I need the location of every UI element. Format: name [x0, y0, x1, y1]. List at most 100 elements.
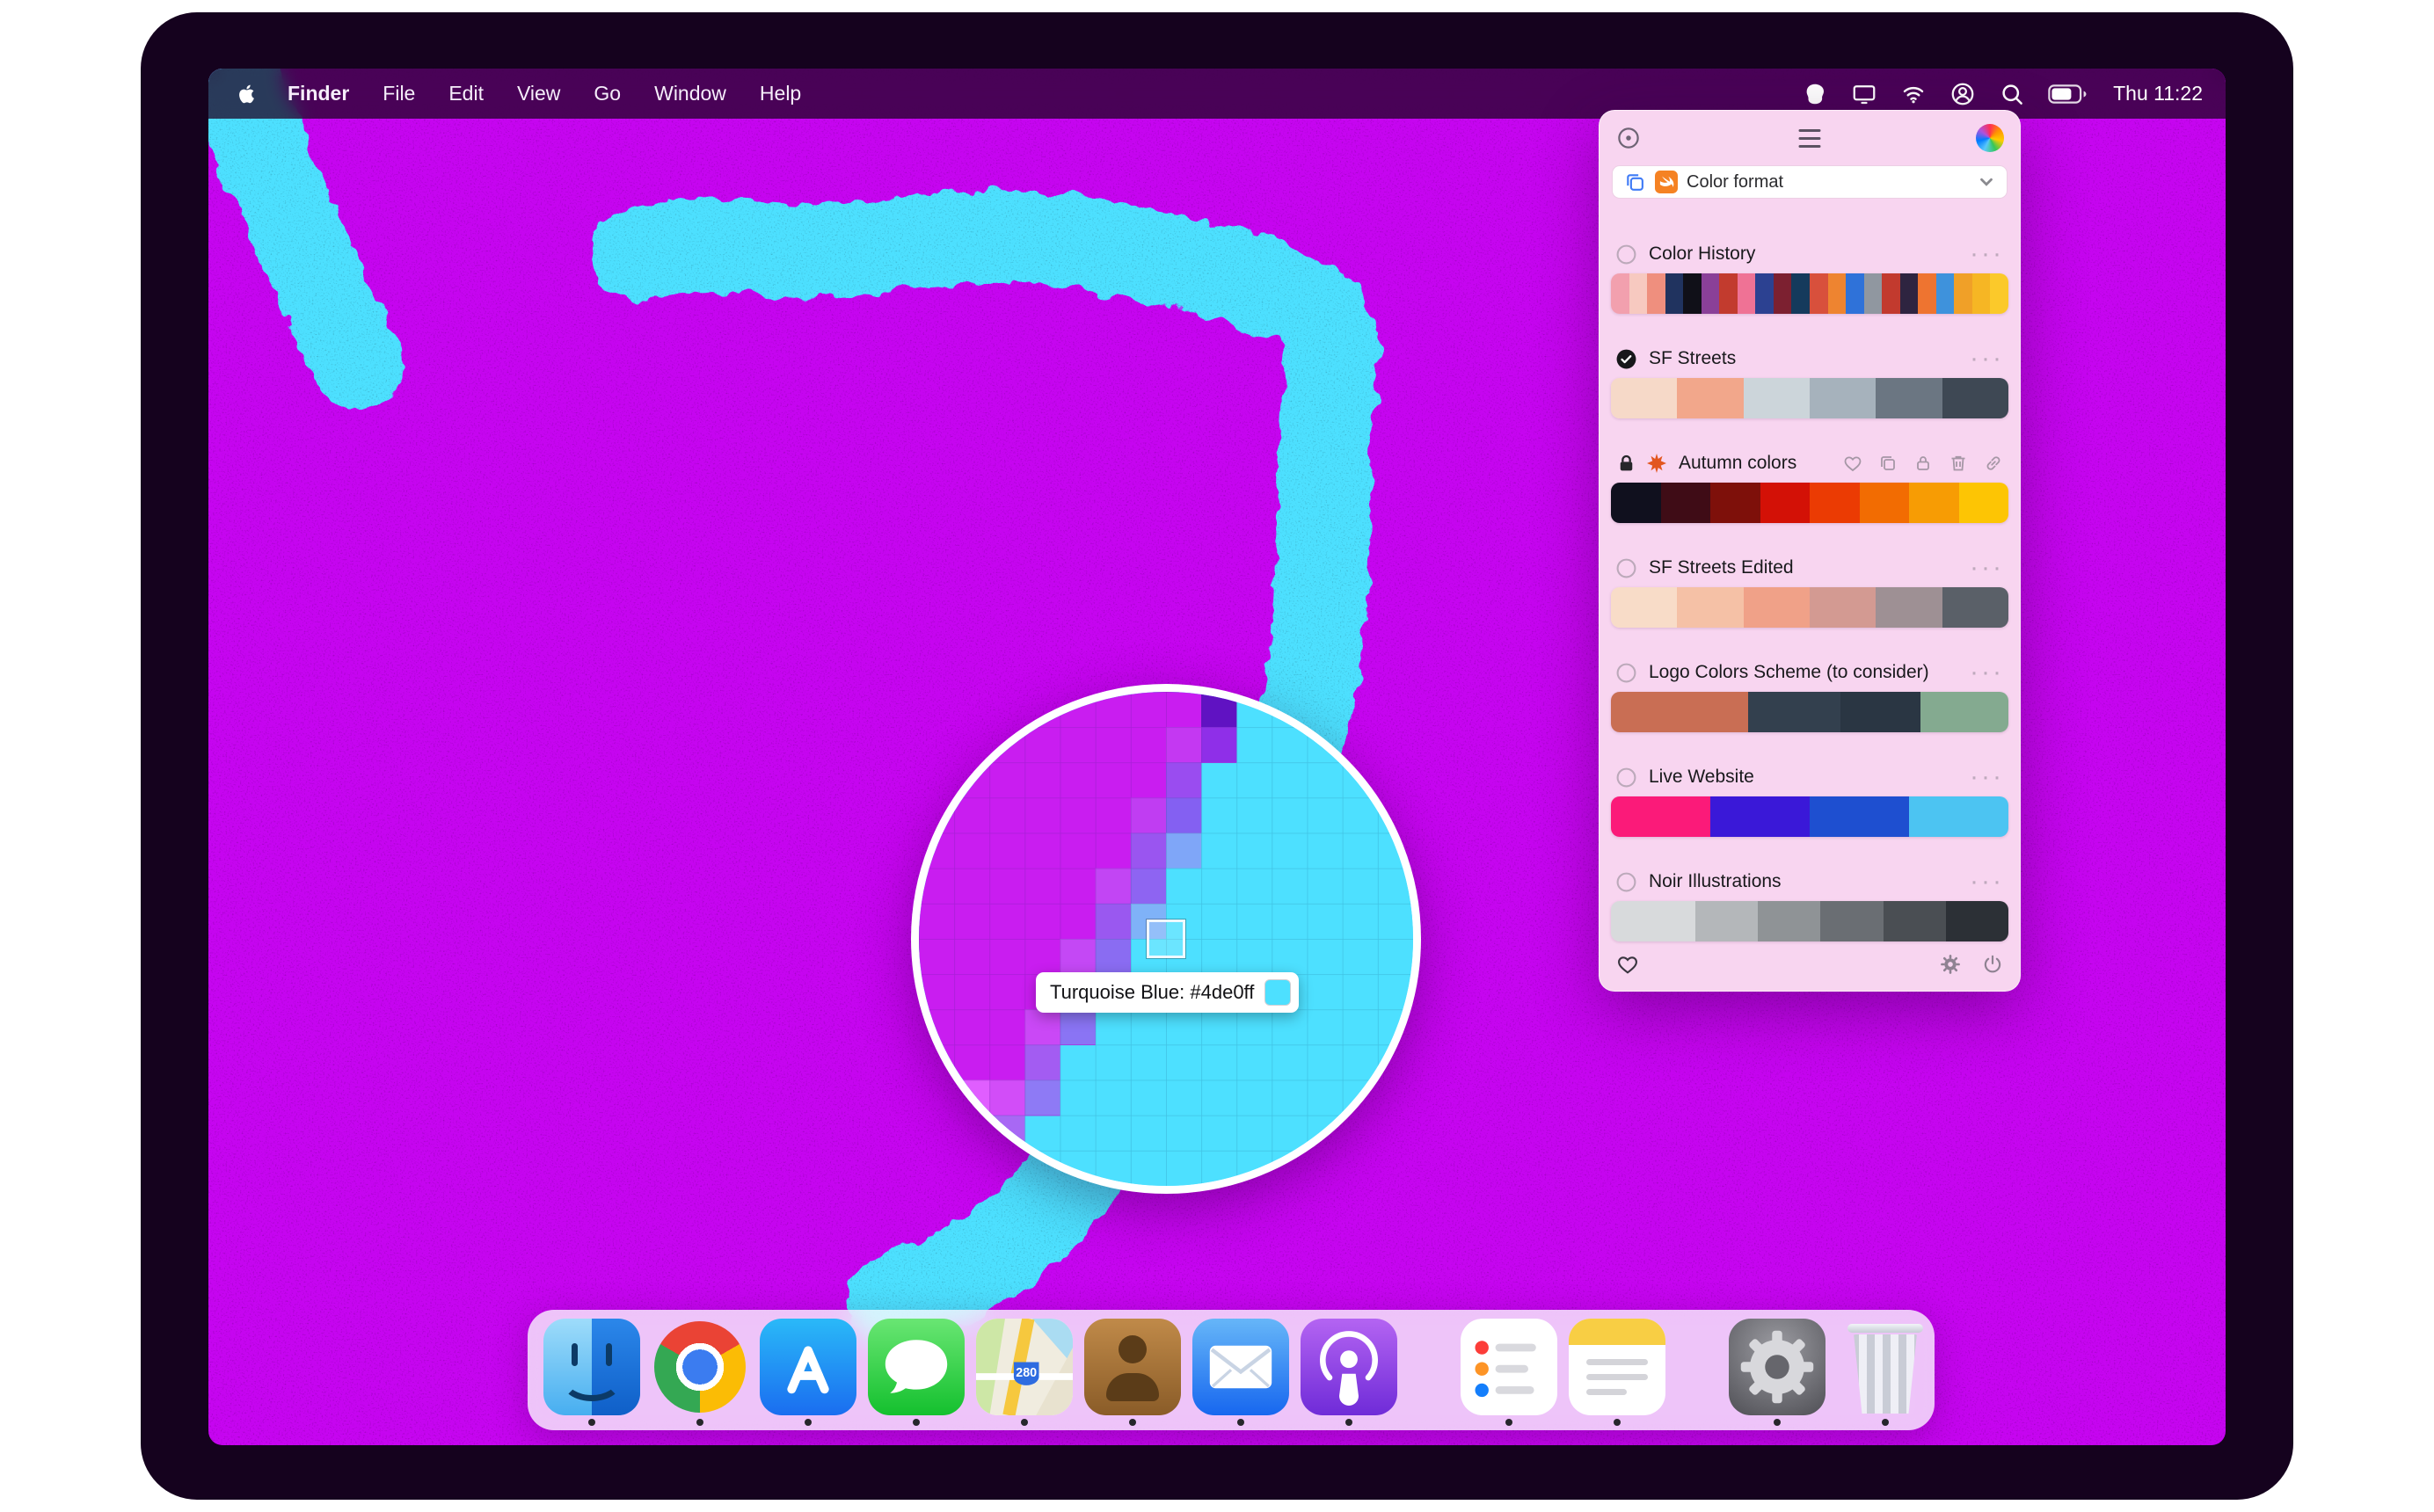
color-swatch[interactable] — [1942, 587, 2008, 628]
color-swatch[interactable] — [1942, 378, 2008, 418]
color-swatch[interactable] — [1677, 378, 1743, 418]
color-swatch[interactable] — [1611, 901, 1695, 941]
more-options-button[interactable]: ··· — [1970, 665, 2004, 680]
more-options-button[interactable]: ··· — [1970, 769, 2004, 785]
trash-icon[interactable] — [1948, 453, 1969, 474]
color-swatch[interactable] — [1738, 273, 1756, 314]
color-swatch[interactable] — [1611, 796, 1710, 837]
color-swatch[interactable] — [1840, 692, 1920, 732]
color-swatch[interactable] — [1760, 483, 1811, 523]
color-swatch[interactable] — [1695, 901, 1758, 941]
picker-target-icon[interactable] — [1615, 125, 1642, 151]
color-swatch[interactable] — [1755, 273, 1774, 314]
display-icon[interactable] — [1851, 81, 1877, 107]
color-swatch[interactable] — [1710, 796, 1810, 837]
color-swatch[interactable] — [1774, 273, 1792, 314]
color-swatch[interactable] — [1920, 692, 2008, 732]
favorites-heart-icon[interactable] — [1615, 952, 1640, 977]
color-swatch[interactable] — [1936, 273, 1955, 314]
wifi-icon[interactable] — [1900, 81, 1927, 107]
color-swatch[interactable] — [1990, 273, 2008, 314]
color-swatch[interactable] — [1860, 483, 1910, 523]
color-swatch[interactable] — [1611, 587, 1677, 628]
checkbox-circle-icon[interactable] — [1615, 557, 1637, 579]
lock-icon[interactable] — [1913, 453, 1934, 474]
more-options-button[interactable]: ··· — [1970, 351, 2004, 367]
menu-finder[interactable]: Finder — [271, 82, 366, 105]
menu-help[interactable]: Help — [743, 82, 818, 105]
color-swatch[interactable] — [1629, 273, 1648, 314]
color-swatch[interactable] — [1791, 273, 1810, 314]
link-icon[interactable] — [1983, 453, 2004, 474]
more-options-button[interactable]: ··· — [1970, 560, 2004, 576]
apple-menu-icon[interactable] — [235, 81, 259, 107]
dock-maps[interactable]: 280 — [976, 1319, 1073, 1426]
color-swatch[interactable] — [1810, 483, 1860, 523]
menu-edit[interactable]: Edit — [432, 82, 500, 105]
more-options-button[interactable]: ··· — [1970, 246, 2004, 262]
color-swatch[interactable] — [1876, 378, 1942, 418]
color-swatch[interactable] — [1683, 273, 1702, 314]
dock-notes[interactable] — [1569, 1319, 1665, 1426]
color-swatch[interactable] — [1900, 273, 1919, 314]
dock-system-settings[interactable] — [1729, 1319, 1826, 1426]
color-swatch[interactable] — [1820, 901, 1883, 941]
color-swatch[interactable] — [1959, 483, 2009, 523]
color-swatch[interactable] — [1719, 273, 1738, 314]
dock-podcasts[interactable] — [1301, 1319, 1397, 1426]
checkbox-circle-icon[interactable] — [1615, 767, 1637, 789]
color-swatch[interactable] — [1810, 378, 1876, 418]
color-swatch[interactable] — [1876, 587, 1942, 628]
menu-icon[interactable] — [1799, 129, 1821, 148]
color-swatch[interactable] — [1758, 901, 1820, 941]
color-swatch[interactable] — [1611, 378, 1677, 418]
dock-messages[interactable] — [868, 1319, 965, 1426]
dock-mail[interactable] — [1192, 1319, 1289, 1426]
more-options-button[interactable]: ··· — [1970, 874, 2004, 890]
color-swatch[interactable] — [1918, 273, 1936, 314]
menu-view[interactable]: View — [500, 82, 577, 105]
color-format-dropdown[interactable]: Color format — [1612, 165, 2008, 199]
account-icon[interactable] — [1949, 81, 1976, 107]
heart-icon[interactable] — [1842, 453, 1863, 474]
dock-app-store[interactable] — [760, 1319, 856, 1426]
color-swatch[interactable] — [1810, 796, 1909, 837]
color-swatch[interactable] — [1946, 901, 2008, 941]
color-swatch[interactable] — [1846, 273, 1864, 314]
color-swatch[interactable] — [1882, 273, 1900, 314]
color-swatch[interactable] — [1710, 483, 1760, 523]
color-swatch[interactable] — [1748, 692, 1840, 732]
checkbox-circle-icon[interactable] — [1615, 871, 1637, 893]
color-swatch[interactable] — [1647, 273, 1665, 314]
color-swatch[interactable] — [1702, 273, 1720, 314]
checkbox-circle-icon[interactable] — [1615, 662, 1637, 684]
checked-circle-icon[interactable] — [1615, 348, 1637, 370]
color-swatch[interactable] — [1611, 692, 1748, 732]
color-swatch[interactable] — [1909, 796, 2008, 837]
color-swatch[interactable] — [1611, 273, 1629, 314]
power-icon[interactable] — [1981, 953, 2004, 976]
color-swatch[interactable] — [1665, 273, 1684, 314]
color-swatch[interactable] — [1884, 901, 1946, 941]
menu-bar-clock[interactable]: Thu 11:22 — [2113, 82, 2203, 105]
menu-file[interactable]: File — [366, 82, 432, 105]
menu-window[interactable]: Window — [638, 82, 743, 105]
color-swatch[interactable] — [1810, 273, 1828, 314]
color-swatch[interactable] — [1677, 587, 1743, 628]
settings-gear-icon[interactable] — [1939, 953, 1962, 976]
color-swatch[interactable] — [1828, 273, 1847, 314]
color-swatch[interactable] — [1954, 273, 1972, 314]
battery-icon[interactable] — [2048, 81, 2087, 107]
lock-icon[interactable] — [1615, 453, 1637, 475]
color-swatch[interactable] — [1611, 483, 1661, 523]
dock-contacts[interactable] — [1084, 1319, 1181, 1426]
color-swatch[interactable] — [1661, 483, 1711, 523]
color-swatch[interactable] — [1972, 273, 1991, 314]
color-swatch[interactable] — [1909, 483, 1959, 523]
dock-chrome[interactable] — [652, 1319, 748, 1426]
duplicate-icon[interactable] — [1877, 453, 1898, 474]
copy-icon[interactable] — [1623, 171, 1646, 193]
color-swatch[interactable] — [1810, 587, 1876, 628]
dock-reminders[interactable] — [1461, 1319, 1557, 1426]
color-swatch[interactable] — [1744, 587, 1810, 628]
